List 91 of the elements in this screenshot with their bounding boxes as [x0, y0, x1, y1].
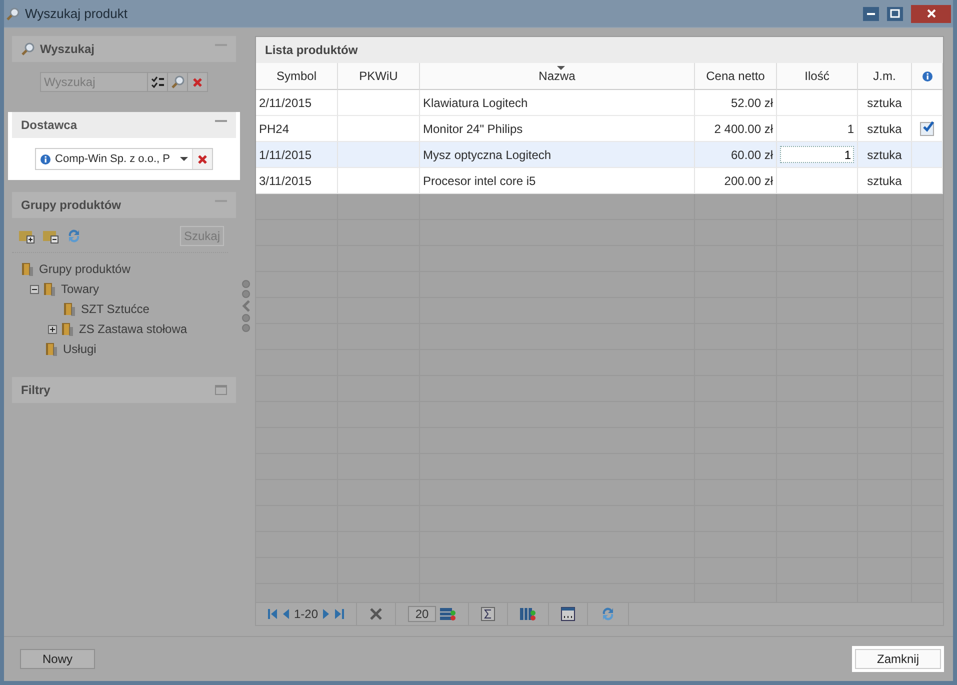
- previous-page-button[interactable]: [281, 609, 290, 619]
- info-icon: [40, 154, 52, 164]
- table-cell: 52.00 zł: [695, 90, 777, 116]
- column-header[interactable]: Cena netto: [695, 63, 777, 90]
- table-cell: 1: [777, 116, 858, 142]
- panel-title: Grupy produktów: [21, 198, 121, 212]
- panel-title: Wyszukaj: [40, 42, 94, 56]
- book-folder-icon: [42, 281, 58, 297]
- tree-item[interactable]: Grupy produktów: [39, 262, 130, 276]
- table-cell: 60.00 zł: [695, 142, 777, 168]
- last-page-button[interactable]: [335, 609, 344, 619]
- table-cell: sztuka: [858, 90, 912, 116]
- maximize-button[interactable]: [887, 6, 903, 20]
- splitter-dot: [242, 314, 250, 322]
- collapse-toggle[interactable]: [30, 284, 39, 294]
- search-icon: [170, 75, 184, 89]
- column-header[interactable]: Symbol: [256, 63, 338, 90]
- table-cell: Klawiatura Logitech: [420, 90, 695, 116]
- close-button[interactable]: [911, 4, 951, 22]
- tree-item[interactable]: SZT Sztućce: [81, 302, 150, 316]
- close-button[interactable]: Zamknij: [855, 649, 941, 669]
- book-folder-icon: [44, 341, 60, 357]
- info-icon: [922, 70, 932, 82]
- arrow-icon: [281, 609, 290, 619]
- book-folder-icon: [62, 301, 78, 317]
- table-cell: 200.00 zł: [695, 168, 777, 194]
- book-folder-icon: [60, 321, 76, 337]
- minimize-icon: [867, 12, 875, 14]
- table-cell: PH24: [256, 116, 338, 142]
- panel-title: Lista produktów: [265, 43, 358, 57]
- table-cell: 2 400.00 zł: [695, 116, 777, 142]
- column-header[interactable]: Nazwa: [420, 63, 695, 90]
- window-title: Wyszukaj produkt: [25, 6, 128, 21]
- column-header[interactable]: J.m.: [858, 63, 912, 90]
- clear-icon: [192, 76, 203, 88]
- sum-icon[interactable]: [481, 607, 496, 621]
- search-button[interactable]: [168, 72, 188, 92]
- filter-options-button[interactable]: [148, 72, 168, 92]
- table-row[interactable]: 3/11/2015 Procesor intel core i5 200.00 zł sztuka: [256, 168, 943, 194]
- supplier-dropdown[interactable]: Comp-Win Sp. z o.o., P: [35, 148, 213, 170]
- remove-folder-icon[interactable]: [42, 228, 60, 244]
- column-header[interactable]: [912, 63, 943, 90]
- checkmark-icon: [922, 120, 934, 132]
- expand-toggle[interactable]: [48, 324, 57, 334]
- tools-icon[interactable]: [369, 607, 384, 621]
- clear-button[interactable]: [188, 72, 208, 92]
- next-page-button[interactable]: [322, 609, 332, 619]
- checkbox[interactable]: [920, 122, 934, 136]
- book-folder-icon: [20, 261, 36, 277]
- table-cell: Mysz optyczna Logitech: [420, 142, 695, 168]
- close-icon: [926, 9, 936, 18]
- search-icon: [21, 42, 35, 56]
- page-size-field[interactable]: 20: [408, 606, 436, 622]
- table-row[interactable]: PH24 Monitor 24" Philips 2 400.00 zł 1 sztuka: [256, 116, 943, 142]
- plus-icon: [49, 326, 56, 332]
- splitter-dot: [242, 324, 250, 332]
- table-row[interactable]: 2/11/2015 Klawiatura Logitech 52.00 zł sztuka: [256, 90, 943, 116]
- panel-title: Filtry: [21, 383, 50, 397]
- columns-icon[interactable]: [520, 607, 536, 621]
- quantity-input[interactable]: 1: [780, 146, 854, 163]
- table-cell: sztuka: [858, 168, 912, 194]
- table-row[interactable]: 1/11/2015 Mysz optyczna Logitech 60.00 zł 1 sztuka: [256, 142, 943, 168]
- first-page-button[interactable]: [268, 609, 277, 619]
- tree-item[interactable]: Towary: [61, 282, 100, 296]
- arrow-icon: [322, 609, 332, 619]
- clear-icon: [196, 154, 208, 164]
- minimize-button[interactable]: [863, 6, 879, 20]
- app-icon: [6, 6, 20, 20]
- rows-icon[interactable]: [440, 607, 456, 621]
- table-cell: 1/11/2015: [256, 142, 338, 168]
- table-cell: sztuka: [858, 142, 912, 168]
- column-header[interactable]: PKWiU: [338, 63, 420, 90]
- add-folder-icon[interactable]: [18, 228, 36, 244]
- arrow-icon: [268, 609, 277, 619]
- table-cell: sztuka: [858, 116, 912, 142]
- arrow-icon: [335, 609, 344, 619]
- tree-item[interactable]: ZS Zastawa stołowa: [79, 322, 188, 336]
- checklist-icon: [150, 76, 164, 88]
- tree-item[interactable]: Usługi: [63, 342, 96, 356]
- splitter-dot: [242, 290, 250, 298]
- table-cell: Procesor intel core i5: [420, 168, 695, 194]
- calendar-icon[interactable]: [561, 607, 576, 621]
- panel-title: Dostawca: [21, 118, 78, 132]
- column-header[interactable]: Ilość: [777, 63, 858, 90]
- table-cell: Monitor 24" Philips: [420, 116, 695, 142]
- maximize-icon: [890, 9, 900, 18]
- new-button[interactable]: Nowy: [20, 649, 95, 669]
- table-cell: 3/11/2015: [256, 168, 338, 194]
- page-range: 1-20: [294, 607, 318, 621]
- splitter-dot: [242, 280, 250, 288]
- table-cell: 2/11/2015: [256, 90, 338, 116]
